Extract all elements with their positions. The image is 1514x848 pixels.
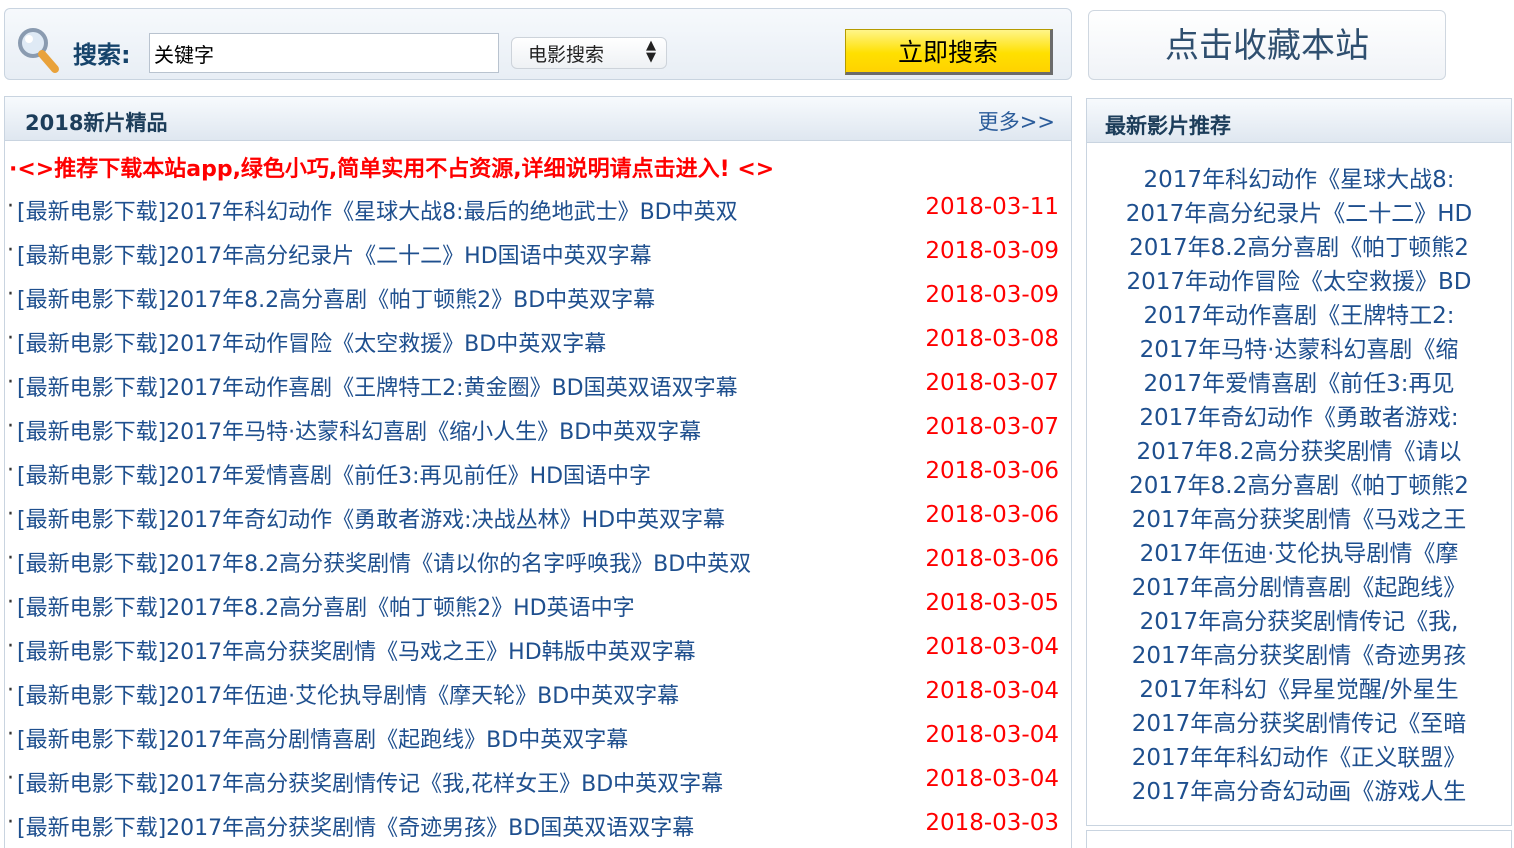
movie-date: 2018-03-09 bbox=[925, 282, 1059, 308]
movie-row: · [最新电影下载]2017年高分获奖剧情《马戏之王》HD韩版中英双字幕 2018-… bbox=[7, 628, 1067, 672]
movie-link[interactable]: [最新电影下载]2017年8.2高分喜剧《帕丁顿熊2》BD中英双字幕 bbox=[17, 282, 655, 314]
movie-link[interactable]: [最新电影下载]2017年高分获奖剧情《奇迹男孩》BD国英双语双字幕 bbox=[17, 810, 694, 842]
movie-list: · [最新电影下载]2017年科幻动作《星球大战8:最后的绝地武士》BD中英双 20… bbox=[7, 188, 1067, 848]
bullet: · bbox=[7, 810, 14, 835]
recommend-link[interactable]: 2017年科幻动作《星球大战8: bbox=[1087, 163, 1511, 197]
movie-row: · [最新电影下载]2017年伍迪·艾伦执导剧情《摩天轮》BD中英双字幕 2018-… bbox=[7, 672, 1067, 716]
search-type-value: 电影搜索 bbox=[528, 44, 605, 66]
panel-title: 2018新片精品 bbox=[25, 111, 168, 135]
bullet: · bbox=[7, 194, 14, 219]
bullet: · bbox=[7, 546, 14, 571]
recommend-link[interactable]: 2017年高分剧情喜剧《起跑线》 bbox=[1087, 571, 1511, 605]
movie-date: 2018-03-03 bbox=[925, 810, 1059, 836]
app-promo-link[interactable]: ·<>推荐下载本站app,绿色小巧,简单实用不占资源,详细说明请点击进入! <> bbox=[9, 151, 774, 183]
movie-date: 2018-03-05 bbox=[925, 590, 1059, 616]
movie-row: · [最新电影下载]2017年马特·达蒙科幻喜剧《缩小人生》BD中英双字幕 2018… bbox=[7, 408, 1067, 452]
movie-date: 2018-03-07 bbox=[925, 414, 1059, 440]
bullet: · bbox=[7, 766, 14, 791]
movie-link[interactable]: [最新电影下载]2017年动作喜剧《王牌特工2:黄金圈》BD国英双语双字幕 bbox=[17, 370, 738, 402]
movie-row: · [最新电影下载]2017年科幻动作《星球大战8:最后的绝地武士》BD中英双 20… bbox=[7, 188, 1067, 232]
bullet: · bbox=[7, 238, 14, 263]
search-type-select[interactable]: 电影搜索 ▲ ▼ bbox=[511, 37, 667, 69]
bullet: · bbox=[7, 282, 14, 307]
recommend-link[interactable]: 2017年8.2高分获奖剧情《请以 bbox=[1087, 435, 1511, 469]
recommend-link[interactable]: 2017年年科幻动作《正义联盟》 bbox=[1087, 741, 1511, 775]
search-bar: 搜索: 电影搜索 ▲▼ 立即搜索 bbox=[4, 8, 1072, 80]
side-footer-panel bbox=[1086, 830, 1512, 848]
magnifier-icon bbox=[18, 28, 59, 73]
movie-row: · [最新电影下载]2017年动作喜剧《王牌特工2:黄金圈》BD国英双语双字幕 20… bbox=[7, 364, 1067, 408]
movie-date: 2018-03-04 bbox=[925, 722, 1059, 748]
movie-date: 2018-03-06 bbox=[925, 458, 1059, 484]
movie-link[interactable]: [最新电影下载]2017年动作冒险《太空救援》BD中英双字幕 bbox=[17, 326, 606, 358]
bullet: · bbox=[7, 458, 14, 483]
movie-link[interactable]: [最新电影下载]2017年高分剧情喜剧《起跑线》BD中英双字幕 bbox=[17, 722, 628, 754]
movie-link[interactable]: [最新电影下载]2017年奇幻动作《勇敢者游戏:决战丛林》HD中英双字幕 bbox=[17, 502, 725, 534]
bullet: · bbox=[7, 634, 14, 659]
movie-row: · [最新电影下载]2017年高分获奖剧情传记《我,花样女王》BD中英双字幕 201… bbox=[7, 760, 1067, 804]
recommend-link[interactable]: 2017年高分纪录片《二十二》HD bbox=[1087, 197, 1511, 231]
movie-date: 2018-03-06 bbox=[925, 546, 1059, 572]
movie-link[interactable]: [最新电影下载]2017年高分获奖剧情传记《我,花样女王》BD中英双字幕 bbox=[17, 766, 723, 798]
recommend-link[interactable]: 2017年高分获奖剧情传记《至暗 bbox=[1087, 707, 1511, 741]
recommend-link[interactable]: 2017年奇幻动作《勇敢者游戏: bbox=[1087, 401, 1511, 435]
recommend-list: 2017年科幻动作《星球大战8: 2017年高分纪录片《二十二》HD 2017年8.… bbox=[1087, 163, 1511, 809]
movie-date: 2018-03-04 bbox=[925, 766, 1059, 792]
movie-date: 2018-03-04 bbox=[925, 634, 1059, 660]
movie-link[interactable]: [最新电影下载]2017年8.2高分获奖剧情《请以你的名字呼唤我》BD中英双 bbox=[17, 546, 751, 578]
search-label: 搜索: bbox=[73, 41, 131, 69]
movie-date: 2018-03-09 bbox=[925, 238, 1059, 264]
recommend-link[interactable]: 2017年马特·达蒙科幻喜剧《缩 bbox=[1087, 333, 1511, 367]
movie-row: · [最新电影下载]2017年爱情喜剧《前任3:再见前任》HD国语中字 2018-0… bbox=[7, 452, 1067, 496]
recommend-link[interactable]: 2017年动作喜剧《王牌特工2: bbox=[1087, 299, 1511, 333]
movie-link[interactable]: [最新电影下载]2017年伍迪·艾伦执导剧情《摩天轮》BD中英双字幕 bbox=[17, 678, 679, 710]
movie-row: · [最新电影下载]2017年8.2高分喜剧《帕丁顿熊2》HD英语中字 2018-0… bbox=[7, 584, 1067, 628]
bullet: · bbox=[7, 722, 14, 747]
bullet: · bbox=[7, 502, 14, 527]
side-title: 最新影片推荐 bbox=[1105, 114, 1231, 138]
search-submit-button[interactable]: 立即搜索 bbox=[845, 29, 1053, 75]
recommend-link[interactable]: 2017年伍迪·艾伦执导剧情《摩 bbox=[1087, 537, 1511, 571]
movie-row: · [最新电影下载]2017年奇幻动作《勇敢者游戏:决战丛林》HD中英双字幕 201… bbox=[7, 496, 1067, 540]
bullet: · bbox=[7, 326, 14, 351]
movie-row: · [最新电影下载]2017年动作冒险《太空救援》BD中英双字幕 2018-03-0… bbox=[7, 320, 1067, 364]
recommend-link[interactable]: 2017年高分获奖剧情《奇迹男孩 bbox=[1087, 639, 1511, 673]
movie-row: · [最新电影下载]2017年高分剧情喜剧《起跑线》BD中英双字幕 2018-03-… bbox=[7, 716, 1067, 760]
recommend-link[interactable]: 2017年8.2高分喜剧《帕丁顿熊2 bbox=[1087, 231, 1511, 265]
movie-date: 2018-03-04 bbox=[925, 678, 1059, 704]
recommend-link[interactable]: 2017年动作冒险《太空救援》BD bbox=[1087, 265, 1511, 299]
movie-row: · [最新电影下载]2017年8.2高分喜剧《帕丁顿熊2》BD中英双字幕 2018-… bbox=[7, 276, 1067, 320]
bullet: · bbox=[7, 590, 14, 615]
side-header: 最新影片推荐 bbox=[1087, 99, 1511, 143]
recommend-link[interactable]: 2017年高分获奖剧情《马戏之王 bbox=[1087, 503, 1511, 537]
bullet: · bbox=[7, 370, 14, 395]
movie-link[interactable]: [最新电影下载]2017年8.2高分喜剧《帕丁顿熊2》HD英语中字 bbox=[17, 590, 635, 622]
panel-header: 2018新片精品 更多>> bbox=[5, 97, 1071, 141]
movie-link[interactable]: [最新电影下载]2017年马特·达蒙科幻喜剧《缩小人生》BD中英双字幕 bbox=[17, 414, 701, 446]
bullet: · bbox=[7, 678, 14, 703]
movie-row: · [最新电影下载]2017年高分纪录片《二十二》HD国语中英双字幕 2018-03… bbox=[7, 232, 1067, 276]
search-input[interactable] bbox=[149, 33, 499, 73]
movie-link[interactable]: [最新电影下载]2017年高分获奖剧情《马戏之王》HD韩版中英双字幕 bbox=[17, 634, 696, 666]
recommend-link[interactable]: 2017年科幻《异星觉醒/外星生 bbox=[1087, 673, 1511, 707]
movie-date: 2018-03-06 bbox=[925, 502, 1059, 528]
recommend-link[interactable]: 2017年高分奇幻动画《游戏人生 bbox=[1087, 775, 1511, 809]
bullet: · bbox=[7, 414, 14, 439]
movie-row: · [最新电影下载]2017年8.2高分获奖剧情《请以你的名字呼唤我》BD中英双 2… bbox=[7, 540, 1067, 584]
recommend-link[interactable]: 2017年爱情喜剧《前任3:再见 bbox=[1087, 367, 1511, 401]
recommend-panel: 最新影片推荐 2017年科幻动作《星球大战8: 2017年高分纪录片《二十二》HD… bbox=[1086, 98, 1512, 826]
movie-date: 2018-03-08 bbox=[925, 326, 1059, 352]
movie-link[interactable]: [最新电影下载]2017年高分纪录片《二十二》HD国语中英双字幕 bbox=[17, 238, 652, 270]
new-releases-panel: 2018新片精品 更多>> ·<>推荐下载本站app,绿色小巧,简单实用不占资源… bbox=[4, 96, 1072, 848]
bookmark-site-button[interactable]: 点击收藏本站 bbox=[1088, 10, 1446, 80]
movie-link[interactable]: [最新电影下载]2017年科幻动作《星球大战8:最后的绝地武士》BD中英双 bbox=[17, 194, 738, 226]
movie-row: · [最新电影下载]2017年高分获奖剧情《奇迹男孩》BD国英双语双字幕 2018-… bbox=[7, 804, 1067, 848]
movie-link[interactable]: [最新电影下载]2017年爱情喜剧《前任3:再见前任》HD国语中字 bbox=[17, 458, 651, 490]
more-link[interactable]: 更多>> bbox=[978, 106, 1055, 136]
movie-date: 2018-03-07 bbox=[925, 370, 1059, 396]
select-arrows-icon: ▲ ▼ bbox=[646, 38, 656, 65]
recommend-link[interactable]: 2017年8.2高分喜剧《帕丁顿熊2 bbox=[1087, 469, 1511, 503]
recommend-link[interactable]: 2017年高分获奖剧情传记《我, bbox=[1087, 605, 1511, 639]
movie-date: 2018-03-11 bbox=[925, 194, 1059, 220]
